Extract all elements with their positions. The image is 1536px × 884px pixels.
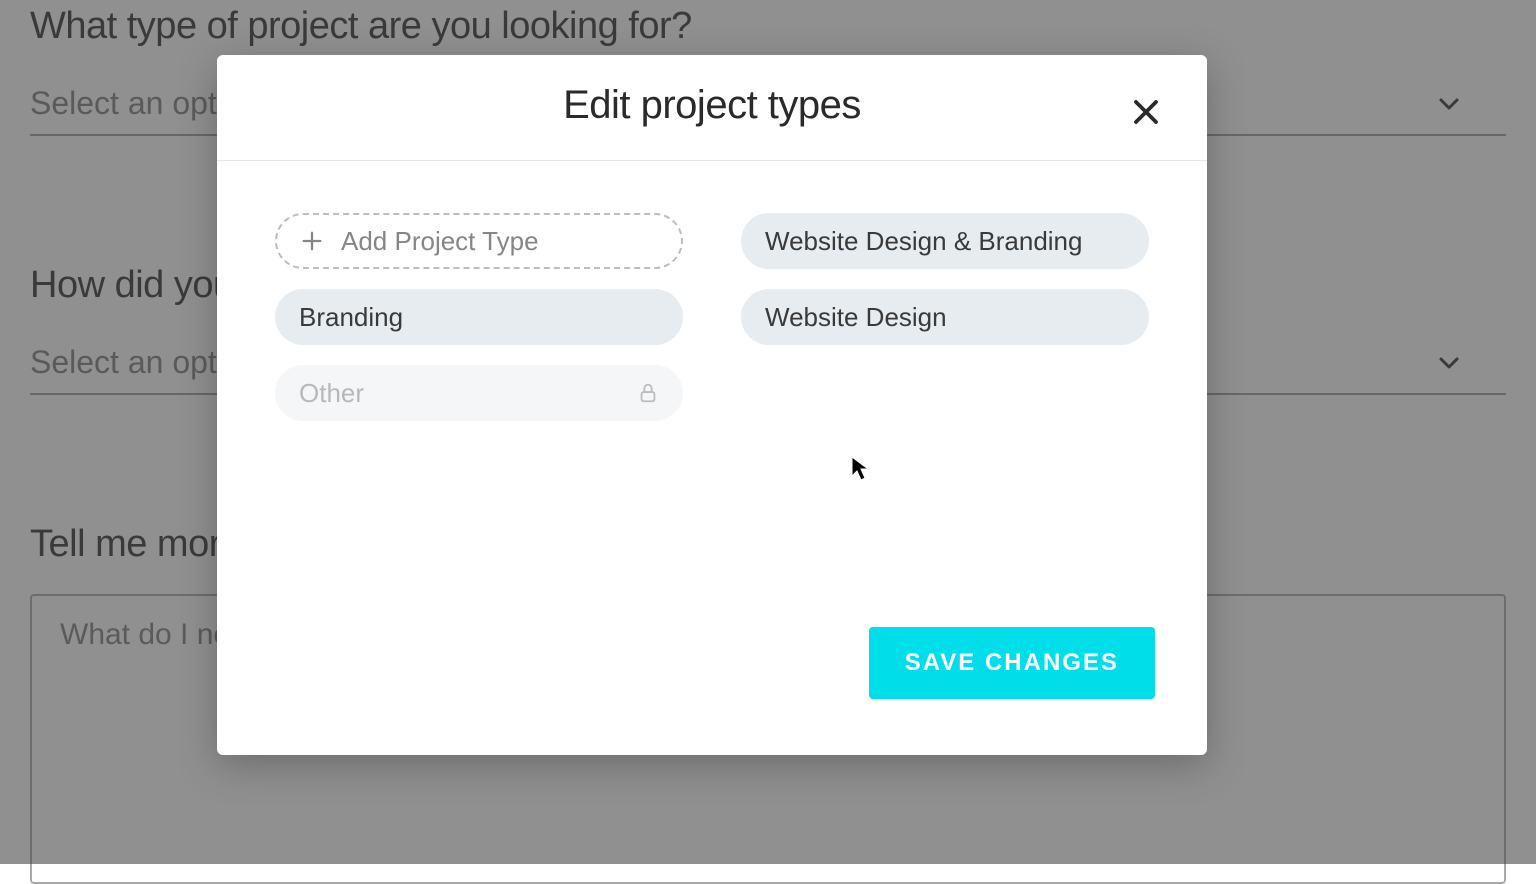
chip-label: Other: [299, 378, 364, 409]
add-project-type-button[interactable]: Add Project Type: [275, 213, 683, 269]
modal-title: Edit project types: [247, 83, 1177, 128]
edit-project-types-modal: Edit project types Add Project Type Webs…: [217, 55, 1207, 755]
add-project-type-label: Add Project Type: [341, 226, 539, 257]
modal-footer: SAVE CHANGES: [217, 627, 1207, 755]
chip-branding[interactable]: Branding: [275, 289, 683, 345]
modal-body: Add Project Type Website Design & Brandi…: [217, 161, 1207, 627]
chip-label: Website Design & Branding: [765, 226, 1082, 257]
project-type-chips: Add Project Type Website Design & Brandi…: [275, 213, 1149, 421]
chip-website-design-branding[interactable]: Website Design & Branding: [741, 213, 1149, 269]
chip-website-design[interactable]: Website Design: [741, 289, 1149, 345]
close-icon: [1131, 97, 1161, 132]
chip-label: Branding: [299, 302, 403, 333]
chip-other-locked: Other: [275, 365, 683, 421]
chip-label: Website Design: [765, 302, 947, 333]
plus-icon: [301, 230, 323, 252]
close-button[interactable]: [1127, 95, 1165, 133]
lock-icon: [637, 382, 659, 404]
save-changes-button[interactable]: SAVE CHANGES: [869, 627, 1155, 699]
modal-header: Edit project types: [217, 55, 1207, 161]
